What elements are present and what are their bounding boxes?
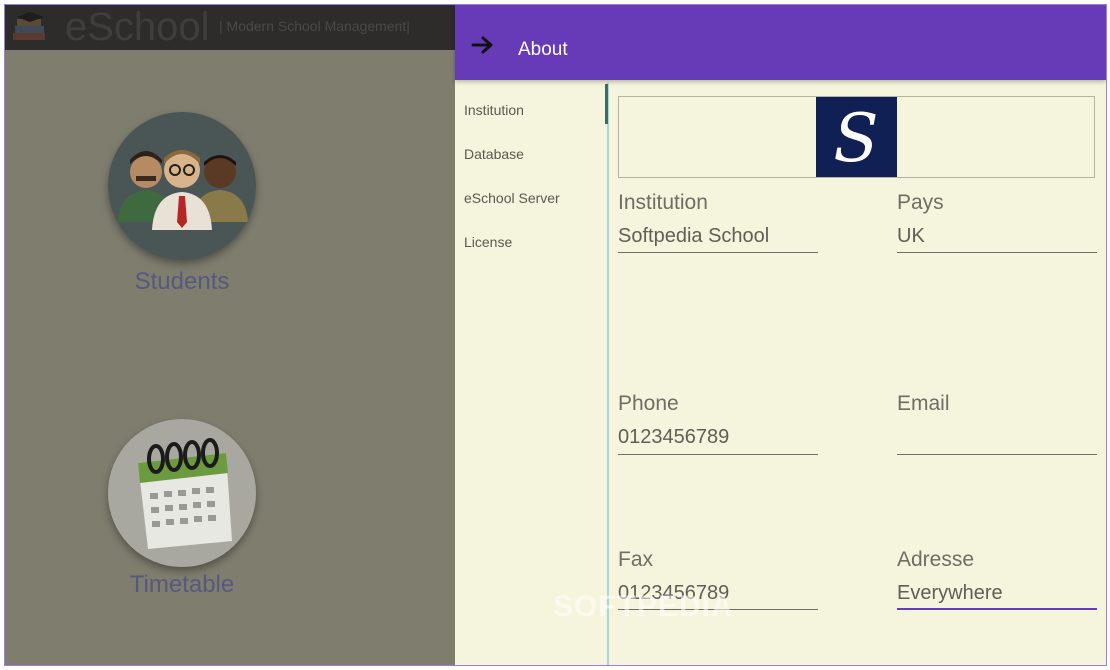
about-panel: About Institution Database eSchool Serve… <box>455 5 1106 665</box>
students-label: Students <box>134 268 230 295</box>
phone-input[interactable]: 0123456789 <box>618 426 818 452</box>
institution-logo: S <box>816 97 897 177</box>
arrow-right-icon[interactable] <box>471 35 497 55</box>
fax-input[interactable]: 0123456789 <box>618 582 818 608</box>
about-title: About <box>518 39 568 60</box>
adresse-input[interactable]: Everywhere <box>897 582 1097 608</box>
about-nav: Institution Database eSchool Server Lice… <box>455 82 609 665</box>
email-underline <box>897 454 1097 455</box>
institution-underline <box>618 252 818 253</box>
about-header: About <box>455 5 1106 80</box>
phone-underline <box>618 454 818 455</box>
adresse-underline <box>897 608 1097 610</box>
timetable-tile[interactable]: Timetable <box>107 419 257 599</box>
institution-logo-box[interactable]: S <box>618 96 1095 178</box>
pays-underline <box>897 252 1097 253</box>
app-window: eSchool | Modern School Management| Stud… <box>4 4 1107 666</box>
fax-label: Fax <box>618 548 654 571</box>
timetable-label: Timetable <box>129 571 235 598</box>
institution-input[interactable]: Softpedia School <box>618 225 818 251</box>
email-field[interactable]: Email <box>897 392 1097 455</box>
svg-text:S: S <box>833 100 878 177</box>
active-tab-indicator <box>605 84 608 124</box>
pays-field[interactable]: Pays UK <box>897 191 1097 253</box>
nav-item-database[interactable]: Database <box>464 146 524 162</box>
phone-label: Phone <box>618 392 679 415</box>
students-tile[interactable]: Students <box>107 112 257 296</box>
calendar-icon <box>108 419 256 567</box>
nav-item-institution[interactable]: Institution <box>464 102 524 118</box>
email-label: Email <box>897 392 950 415</box>
fax-field[interactable]: Fax 0123456789 <box>618 548 818 610</box>
app-topbar: eSchool | Modern School Management| <box>5 5 455 50</box>
phone-field[interactable]: Phone 0123456789 <box>618 392 818 455</box>
adresse-field[interactable]: Adresse Everywhere <box>897 548 1097 610</box>
institution-label: Institution <box>618 191 708 214</box>
pays-label: Pays <box>897 191 944 214</box>
nav-item-eschool-server[interactable]: eSchool Server <box>464 190 560 206</box>
fax-underline <box>618 609 818 610</box>
nav-item-license[interactable]: License <box>464 234 512 250</box>
app-subtitle: | Modern School Management| <box>219 18 410 34</box>
pays-input[interactable]: UK <box>897 225 1097 251</box>
books-logo-icon <box>13 12 45 40</box>
app-title: eSchool <box>65 5 210 49</box>
students-icon <box>108 112 256 260</box>
adresse-label: Adresse <box>897 548 975 571</box>
institution-field[interactable]: Institution Softpedia School <box>618 191 818 253</box>
email-input[interactable] <box>897 426 1097 452</box>
